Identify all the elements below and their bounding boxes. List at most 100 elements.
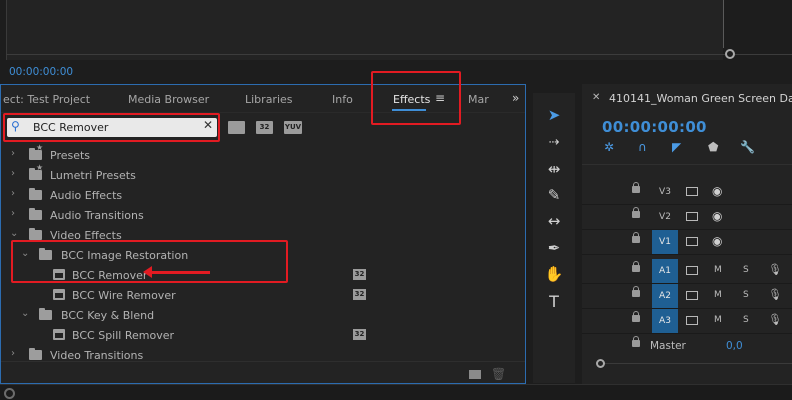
razor-tool-icon[interactable]: ✎: [540, 183, 568, 207]
lock-icon[interactable]: [632, 311, 640, 322]
track-a2[interactable]: A2 M S 🎙: [582, 284, 792, 309]
panel-footer: 🗑: [1, 361, 525, 383]
mute-button[interactable]: M: [714, 290, 722, 300]
monitor-scrub-bar[interactable]: [6, 54, 792, 55]
track-name[interactable]: V3: [652, 180, 678, 204]
tree-item-presets[interactable]: › Presets: [1, 143, 525, 165]
track-a1[interactable]: A1 M S 🎙: [582, 259, 792, 284]
tab-info[interactable]: Info: [332, 93, 353, 106]
effects-panel: ect: Test Project Media Browser Librarie…: [0, 84, 526, 384]
effects-search-box[interactable]: ⚲ ✕: [7, 118, 217, 137]
tree-item-bcc-remover[interactable]: BCC Remover 32: [1, 265, 525, 285]
tree-item-bcc-image-restoration[interactable]: ⌄ BCC Image Restoration: [1, 245, 525, 265]
tree-item-bcc-spill-remover[interactable]: BCC Spill Remover 32: [1, 325, 525, 345]
tree-item-bcc-key-blend[interactable]: ⌄ BCC Key & Blend: [1, 305, 525, 325]
tree-item-audio-transitions[interactable]: › Audio Transitions: [1, 205, 525, 225]
solo-button[interactable]: S: [743, 265, 749, 275]
status-indicator-icon: [4, 388, 15, 399]
lock-icon[interactable]: [632, 232, 640, 243]
sync-lock-icon[interactable]: [686, 316, 698, 325]
tab-markers[interactable]: Mar: [468, 93, 489, 106]
hand-tool-icon[interactable]: ✋: [540, 262, 568, 286]
tree-item-lumetri-presets[interactable]: › Lumetri Presets: [1, 163, 525, 185]
more-tabs-icon[interactable]: »: [512, 91, 519, 105]
clear-search-icon[interactable]: ✕: [203, 118, 213, 132]
tree-item-audio-effects[interactable]: › Audio Effects: [1, 185, 525, 205]
close-icon[interactable]: ✕: [592, 92, 600, 103]
folder-icon: [29, 208, 42, 220]
master-volume-value[interactable]: 0,0: [726, 340, 743, 352]
eye-icon[interactable]: ◉: [712, 184, 722, 198]
track-v3[interactable]: V3 ◉: [582, 180, 792, 205]
microphone-icon[interactable]: 🎙: [768, 263, 782, 276]
track-name[interactable]: V1: [652, 230, 678, 254]
32bit-effects-filter-icon[interactable]: 32: [256, 121, 273, 134]
sequence-tab[interactable]: 410141_Woman Green Screen Dancing: [609, 92, 792, 105]
chevron-down-icon[interactable]: ⌄: [21, 308, 29, 319]
track-name[interactable]: A3: [652, 309, 678, 333]
pen-tool-icon[interactable]: ✒: [540, 236, 568, 260]
chevron-right-icon[interactable]: ›: [11, 168, 15, 179]
ripple-edit-tool-icon[interactable]: ⇹: [540, 157, 568, 181]
slip-tool-icon[interactable]: ↔: [540, 209, 568, 233]
microphone-icon[interactable]: 🎙: [768, 313, 782, 326]
track-v2[interactable]: V2 ◉: [582, 205, 792, 230]
track-select-tool-icon[interactable]: ⇢: [540, 131, 568, 155]
tree-item-bcc-wire-remover[interactable]: BCC Wire Remover 32: [1, 285, 525, 305]
mute-button[interactable]: M: [714, 315, 722, 325]
tab-effects[interactable]: Effects: [393, 93, 430, 106]
tab-media-browser[interactable]: Media Browser: [128, 93, 209, 106]
track-name[interactable]: A2: [652, 284, 678, 308]
solo-button[interactable]: S: [743, 315, 749, 325]
new-bin-icon[interactable]: [469, 370, 481, 379]
type-tool-icon[interactable]: T: [540, 290, 568, 314]
chevron-down-icon[interactable]: ⌄: [10, 228, 18, 239]
lock-icon[interactable]: [632, 182, 640, 193]
chevron-right-icon[interactable]: ›: [11, 148, 15, 159]
tree-item-video-effects[interactable]: ⌄ Video Effects: [1, 225, 525, 245]
linked-selection-icon[interactable]: ◤: [672, 140, 681, 154]
trash-icon[interactable]: 🗑: [491, 367, 506, 381]
lock-icon[interactable]: [632, 336, 640, 347]
track-a3[interactable]: A3 M S 🎙: [582, 309, 792, 334]
eye-icon[interactable]: ◉: [712, 234, 722, 248]
track-v1[interactable]: V1 ◉: [582, 230, 792, 255]
chevron-right-icon[interactable]: ›: [11, 348, 15, 359]
tree-item-label: Video Effects: [50, 229, 122, 242]
panel-menu-icon[interactable]: ≡: [435, 91, 445, 105]
selection-tool-icon[interactable]: ➤: [540, 103, 568, 127]
sync-lock-icon[interactable]: [686, 291, 698, 300]
track-name[interactable]: V2: [652, 205, 678, 229]
mute-button[interactable]: M: [714, 265, 722, 275]
sync-lock-icon[interactable]: [686, 237, 698, 246]
chevron-right-icon[interactable]: ›: [11, 208, 15, 219]
timeline-zoom-handle[interactable]: [596, 359, 605, 368]
monitor-scrub-handle[interactable]: [725, 49, 735, 59]
lock-icon[interactable]: [632, 286, 640, 297]
sync-lock-icon[interactable]: [686, 212, 698, 221]
sync-lock-icon[interactable]: [686, 266, 698, 275]
microphone-icon[interactable]: 🎙: [768, 288, 782, 301]
tab-project[interactable]: ect: Test Project: [3, 93, 90, 106]
time-ruler[interactable]: [582, 164, 792, 165]
chevron-right-icon[interactable]: ›: [11, 188, 15, 199]
lock-icon[interactable]: [632, 261, 640, 272]
tree-item-label: Presets: [50, 149, 91, 162]
timeline-settings-icon[interactable]: 🔧: [740, 140, 755, 154]
lock-icon[interactable]: [632, 207, 640, 218]
eye-icon[interactable]: ◉: [712, 209, 722, 223]
track-name[interactable]: A1: [652, 259, 678, 283]
chevron-down-icon[interactable]: ⌄: [21, 248, 29, 259]
add-marker-icon[interactable]: ⬟: [708, 140, 718, 154]
effects-search-input[interactable]: [33, 119, 198, 135]
accelerated-effects-filter-icon[interactable]: [228, 121, 245, 134]
nest-sequence-icon[interactable]: ✲: [604, 140, 614, 154]
yuv-effects-filter-icon[interactable]: YUV: [284, 121, 302, 134]
playhead-timecode[interactable]: 00:00:00:00: [602, 118, 707, 136]
tab-libraries[interactable]: Libraries: [245, 93, 293, 106]
snap-icon[interactable]: ∩: [638, 140, 647, 154]
sync-lock-icon[interactable]: [686, 187, 698, 196]
timeline-zoom-scrollbar[interactable]: [600, 363, 792, 364]
solo-button[interactable]: S: [743, 290, 749, 300]
source-timecode[interactable]: 00:00:00:00: [9, 66, 73, 78]
